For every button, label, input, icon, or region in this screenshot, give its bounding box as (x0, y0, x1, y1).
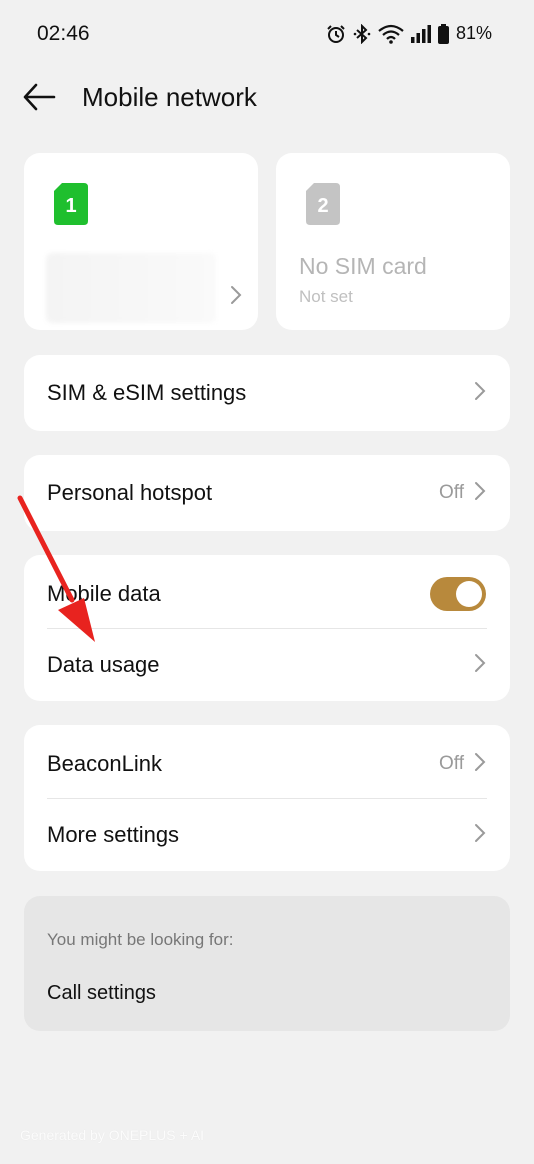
back-arrow-icon (22, 83, 56, 116)
more-settings-row[interactable]: More settings (24, 800, 510, 870)
chevron-right-icon (474, 653, 486, 678)
page-title: Mobile network (82, 82, 257, 112)
sim-settings-label: SIM & eSIM settings (47, 380, 247, 405)
header: Mobile network (0, 70, 534, 130)
mobile-data-toggle[interactable] (430, 577, 486, 611)
more-settings-label: More settings (47, 822, 180, 847)
sim-1-icon: 1 (54, 183, 88, 225)
battery-icon (437, 23, 449, 44)
sim-card-2[interactable]: 2 No SIM card Not set (276, 153, 510, 330)
more-card: BeaconLink Off More settings (24, 725, 510, 871)
beaconlink-value: Off (439, 753, 464, 774)
back-button[interactable] (22, 82, 62, 116)
watermark: Generated by ONEPLUS + AI (20, 1127, 205, 1143)
battery-percent: 81% (455, 23, 492, 43)
alarm-icon (326, 24, 346, 44)
sim-1-info-blurred (46, 253, 216, 323)
chevron-right-icon (474, 481, 486, 506)
mobile-data-card: Mobile data Data usage (24, 555, 510, 701)
chevron-right-icon (474, 752, 486, 777)
sim-settings-card: SIM & eSIM settings (24, 355, 510, 431)
suggestions-title: You might be looking for: (47, 930, 234, 949)
hotspot-label: Personal hotspot (47, 480, 213, 505)
suggestions-card: You might be looking for: Call settings (24, 896, 510, 1031)
status-bar: 02:46 81% (0, 0, 534, 70)
status-icons: 81% (326, 23, 492, 44)
beaconlink-label: BeaconLink (47, 751, 162, 776)
data-usage-label: Data usage (47, 652, 160, 677)
bluetooth-icon (352, 23, 372, 44)
hotspot-card: Personal hotspot Off (24, 455, 510, 531)
hotspot-row[interactable]: Personal hotspot Off (24, 458, 510, 528)
beaconlink-row[interactable]: BeaconLink Off (24, 729, 510, 799)
svg-text:2: 2 (317, 195, 328, 217)
mobile-data-label: Mobile data (47, 581, 161, 606)
status-time: 02:46 (37, 22, 90, 45)
svg-text:1: 1 (65, 195, 76, 217)
toggle-knob (456, 581, 482, 607)
suggestion-call-settings[interactable]: Call settings (47, 982, 156, 1005)
hotspot-value: Off (439, 482, 464, 503)
mobile-data-row: Mobile data (24, 559, 510, 629)
sim-2-status: Not set (299, 287, 353, 306)
sim-2-icon: 2 (306, 183, 340, 225)
sim-settings-row[interactable]: SIM & eSIM settings (24, 358, 510, 428)
sim-2-name: No SIM card (299, 253, 427, 279)
divider (47, 798, 487, 799)
sim-card-1[interactable]: 1 (24, 153, 258, 330)
chevron-right-icon (230, 285, 242, 310)
divider (47, 628, 487, 629)
chevron-right-icon (474, 381, 486, 406)
chevron-right-icon (474, 823, 486, 848)
signal-icon (410, 24, 432, 44)
data-usage-row[interactable]: Data usage (24, 630, 510, 700)
wifi-icon (378, 24, 404, 44)
